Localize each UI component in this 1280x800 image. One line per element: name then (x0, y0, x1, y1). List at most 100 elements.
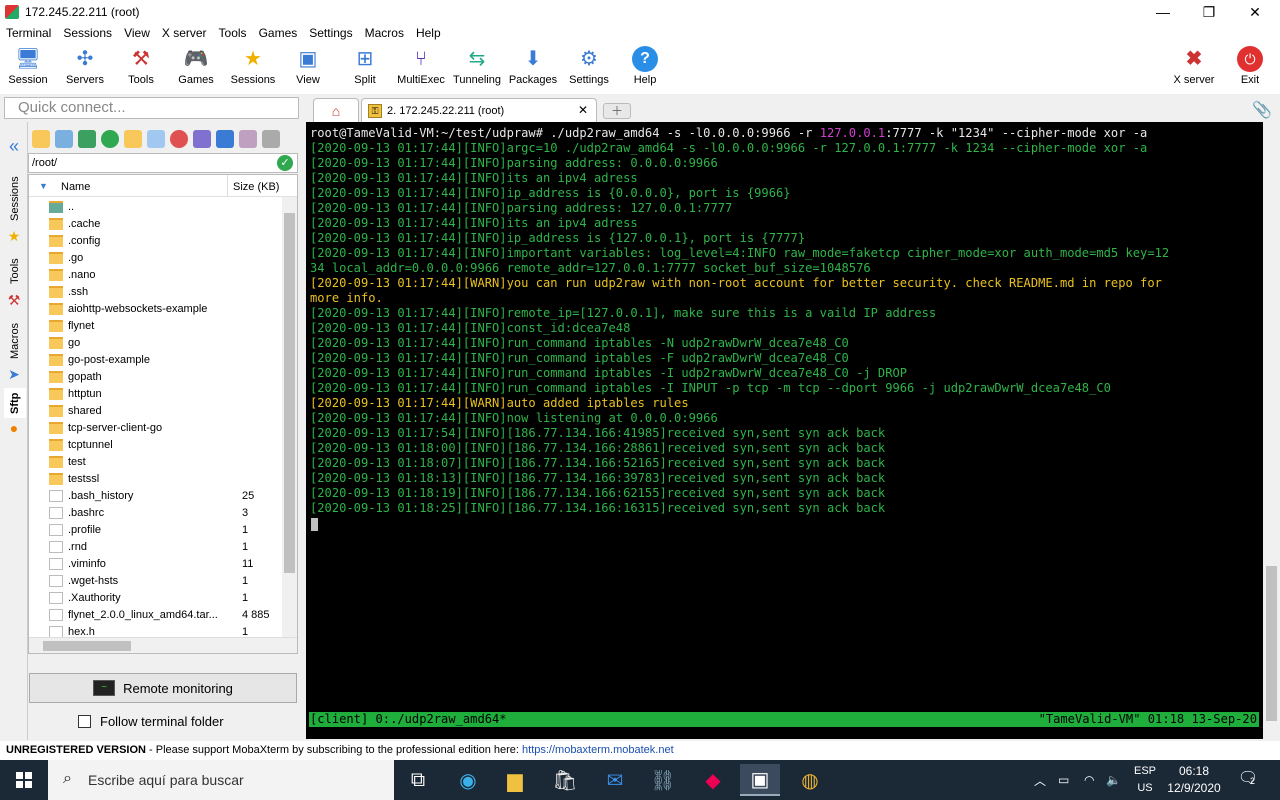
mobaxterm-link[interactable]: https://mobaxterm.mobatek.net (522, 744, 674, 756)
file-list-vertical-scrollbar[interactable] (282, 197, 297, 637)
menu-tools[interactable]: Tools (213, 26, 253, 40)
chrome-icon[interactable]: ◍ (790, 764, 830, 796)
quick-connect-input[interactable]: Quick connect... (4, 97, 299, 119)
toolbar-packages-button[interactable]: ⬇ Packages (505, 46, 561, 92)
file-row[interactable]: flynet_2.0.0_linux_amd64.tar... 4 885 (49, 606, 281, 623)
edge-icon[interactable]: ◉ (448, 764, 488, 796)
menu-view[interactable]: View (118, 26, 156, 40)
refresh-icon[interactable] (101, 130, 119, 148)
new-file-icon[interactable] (147, 130, 165, 148)
tab-session-2[interactable]: ⚿ 2. 172.245.22.211 (root) ✕ (361, 98, 597, 122)
file-row[interactable]: gopath (49, 368, 281, 385)
rename-icon[interactable] (193, 130, 211, 148)
volume-icon[interactable]: 🔈 (1106, 760, 1121, 800)
menu-sessions[interactable]: Sessions (57, 26, 118, 40)
file-row[interactable]: .config (49, 232, 281, 249)
toolbar-tools-button[interactable]: ⚒ Tools (113, 46, 169, 92)
notification-center-icon[interactable]: 🗨 2 (1236, 768, 1260, 792)
file-row[interactable]: .viminfo 11 (49, 555, 281, 572)
scroll-thumb[interactable] (43, 641, 131, 651)
network-app-icon[interactable]: ⛓ (643, 764, 683, 796)
toolbar-split-button[interactable]: ⊞ Split (337, 46, 393, 92)
taskbar-clock[interactable]: 06:18 12/9/2020 (1162, 763, 1226, 797)
new-folder-icon[interactable] (124, 130, 142, 148)
home-tab[interactable]: ⌂ (313, 98, 359, 122)
checkmark-icon[interactable]: ✓ (277, 155, 293, 171)
terminal-scrollbar[interactable] (1263, 122, 1280, 739)
minimize-button[interactable]: — (1140, 0, 1186, 24)
download-icon[interactable] (55, 130, 73, 148)
file-row[interactable]: flynet (49, 317, 281, 334)
file-row[interactable]: .wget-hsts 1 (49, 572, 281, 589)
toolbar-view-button[interactable]: ▣ View (280, 46, 336, 92)
toolbar-help-button[interactable]: ? Help (617, 46, 673, 92)
toolbar-exit-button[interactable]: ⏻ Exit (1222, 46, 1278, 92)
file-row[interactable]: .. (49, 198, 281, 215)
mobaxterm-taskbar-icon[interactable]: ▣ (740, 764, 780, 796)
upload-icon[interactable] (78, 130, 96, 148)
file-row[interactable]: shared (49, 402, 281, 419)
new-tab-button[interactable]: ＋ (603, 103, 631, 119)
toolbar-session-button[interactable]: 🖥 Session (0, 46, 56, 92)
file-row[interactable]: .nano (49, 266, 281, 283)
file-explorer-icon[interactable]: ▆ (495, 764, 535, 796)
side-tab-macros[interactable]: Macros (4, 318, 26, 364)
restore-button[interactable]: ❐ (1186, 0, 1232, 24)
side-tab-sessions[interactable]: Sessions (4, 174, 26, 224)
menu-games[interactable]: Games (253, 26, 304, 40)
battery-icon[interactable]: ▭ (1058, 760, 1069, 800)
toolbar-games-button[interactable]: 🎮 Games (168, 46, 224, 92)
toolbar-sessions-button[interactable]: ★ Sessions (225, 46, 281, 92)
menu-macros[interactable]: Macros (359, 26, 410, 40)
file-row[interactable]: .go (49, 249, 281, 266)
tools-wand-icon[interactable] (239, 130, 257, 148)
start-button[interactable] (0, 760, 48, 800)
scroll-thumb[interactable] (1266, 566, 1277, 721)
sftp-path-input[interactable]: /root/ ✓ (28, 153, 298, 173)
file-row[interactable]: .bashrc 3 (49, 504, 281, 521)
toolbar-settings-button[interactable]: ⚙ Settings (561, 46, 617, 92)
file-row[interactable]: test (49, 453, 281, 470)
file-row[interactable]: go-post-example (49, 351, 281, 368)
dev-tool-icon[interactable]: ◆ (693, 764, 733, 796)
file-list-horizontal-scrollbar[interactable] (29, 637, 297, 653)
menu-xserver[interactable]: X server (156, 26, 213, 40)
menu-help[interactable]: Help (410, 26, 447, 40)
collapse-sidebar-icon[interactable]: « (6, 137, 22, 155)
menu-settings[interactable]: Settings (303, 26, 358, 40)
file-row[interactable]: .bash_history 25 (49, 487, 281, 504)
file-row[interactable]: .ssh (49, 283, 281, 300)
scroll-thumb[interactable] (284, 213, 295, 573)
file-row[interactable]: .rnd 1 (49, 538, 281, 555)
taskbar-search-box[interactable]: ⌕ Escribe aquí para buscar (48, 760, 394, 800)
file-row[interactable]: aiohttp-websockets-example (49, 300, 281, 317)
toolbar-xserver-button[interactable]: ✖ X server (1166, 46, 1222, 92)
file-row[interactable]: httptun (49, 385, 281, 402)
file-row[interactable]: testssl (49, 470, 281, 487)
close-window-button[interactable]: ✕ (1232, 0, 1278, 24)
toolbar-servers-button[interactable]: ✣ Servers (57, 46, 113, 92)
file-row[interactable]: .profile 1 (49, 521, 281, 538)
remote-monitoring-button[interactable]: ~ Remote monitoring (29, 673, 297, 703)
follow-terminal-folder-checkbox[interactable]: Follow terminal folder (78, 712, 224, 730)
menu-terminal[interactable]: Terminal (0, 26, 57, 40)
file-row[interactable]: tcp-server-client-go (49, 419, 281, 436)
wifi-icon[interactable]: ◠ (1084, 760, 1094, 800)
close-tab-icon[interactable]: ✕ (578, 103, 588, 117)
mail-icon[interactable]: ✉ (595, 764, 635, 796)
input-language[interactable]: ESP US (1130, 763, 1160, 797)
side-tab-tools[interactable]: Tools (4, 252, 26, 290)
file-row[interactable]: tcptunnel (49, 436, 281, 453)
column-name-header[interactable]: Name (61, 181, 90, 193)
toolbar-tunneling-button[interactable]: ⇆ Tunneling (449, 46, 505, 92)
toolbar-multiexec-button[interactable]: ⑂ MultiExec (393, 46, 449, 92)
folder-up-icon[interactable] (32, 130, 50, 148)
delete-icon[interactable] (170, 130, 188, 148)
task-view-icon[interactable]: ⧉ (398, 764, 438, 796)
terminal-view[interactable]: root@TameValid-VM:~/test/udpraw# ./udp2r… (306, 122, 1263, 739)
column-size-header[interactable]: Size (KB) (233, 181, 279, 193)
checkbox[interactable] (78, 714, 91, 728)
paperclip-icon[interactable]: 📎 (1252, 100, 1272, 120)
settings-icon[interactable] (262, 130, 280, 148)
store-icon[interactable]: 🛍 (545, 764, 585, 796)
